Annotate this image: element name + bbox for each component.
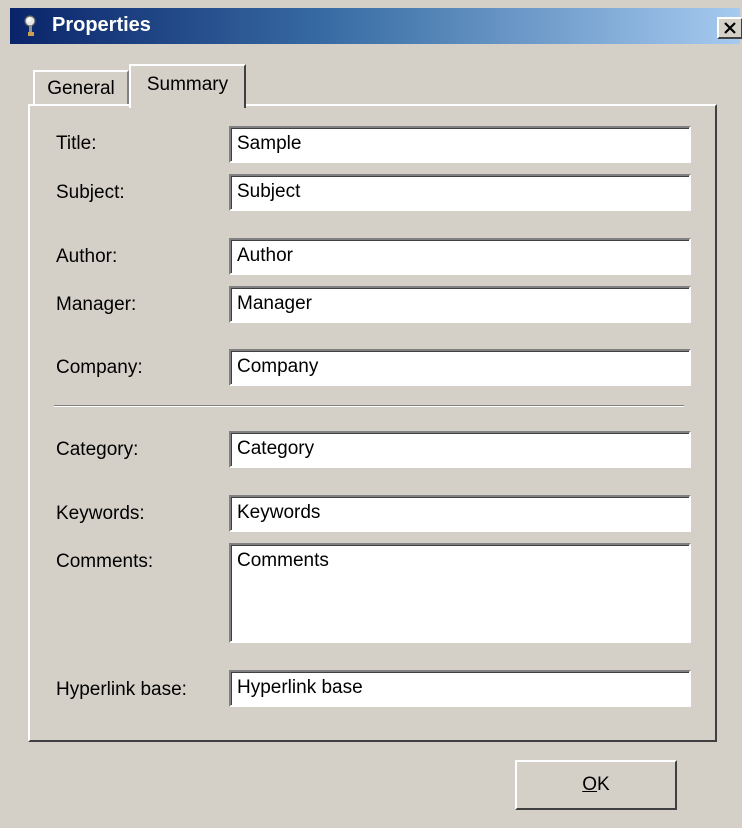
author-label: Author:	[56, 246, 118, 267]
ok-button[interactable]: OK	[515, 760, 677, 810]
manager-field[interactable]: Manager	[229, 286, 691, 323]
category-field[interactable]: Category	[229, 431, 691, 468]
comments-label: Comments:	[56, 551, 154, 572]
category-label: Category:	[56, 439, 139, 460]
hyperlink-base-label: Hyperlink base:	[56, 679, 187, 700]
hyperlink-base-field[interactable]: Hyperlink base	[229, 670, 691, 707]
tab-summary[interactable]: Summary	[129, 64, 246, 108]
subject-label: Subject:	[56, 182, 125, 203]
manager-label: Manager:	[56, 294, 137, 315]
window-title: Properties	[52, 14, 151, 36]
tab-general[interactable]: General	[33, 70, 129, 104]
title-field[interactable]: Sample	[229, 126, 691, 163]
ok-mnemonic: O	[582, 774, 598, 795]
title-label: Title:	[56, 133, 97, 154]
properties-dialog: Properties General Summary Title: Sample…	[0, 0, 742, 828]
subject-field[interactable]: Subject	[229, 174, 691, 211]
properties-pin-icon	[20, 14, 44, 38]
comments-field[interactable]: Comments	[229, 543, 691, 643]
section-divider	[54, 405, 684, 407]
keywords-field[interactable]: Keywords	[229, 495, 691, 532]
author-field[interactable]: Author	[229, 238, 691, 275]
title-bar: Properties	[10, 8, 742, 44]
company-label: Company:	[56, 357, 143, 378]
company-field[interactable]: Company	[229, 349, 691, 386]
keywords-label: Keywords:	[56, 503, 145, 524]
close-icon	[723, 22, 737, 34]
ok-label-rest: K	[597, 774, 610, 795]
close-button[interactable]	[717, 17, 742, 39]
